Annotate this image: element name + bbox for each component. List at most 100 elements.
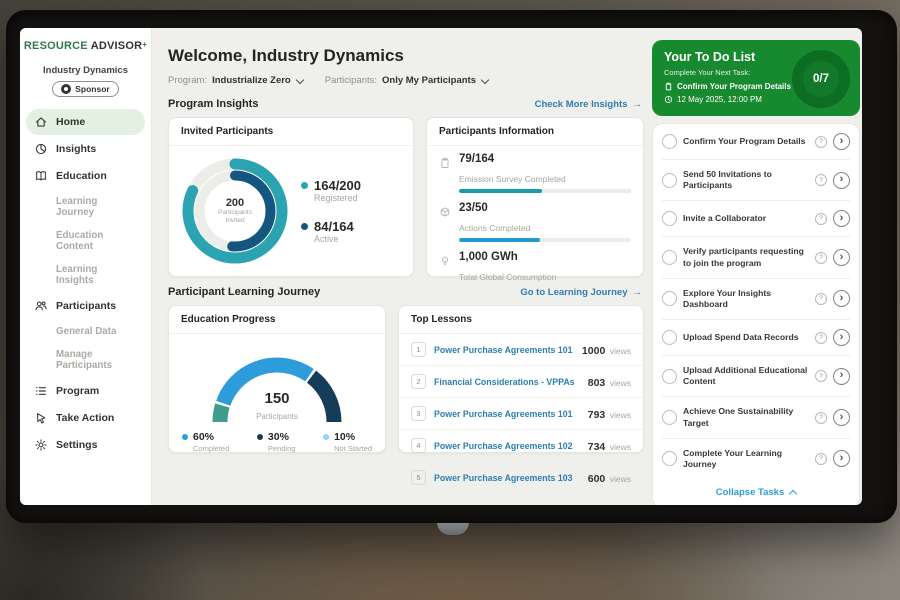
brand-secondary: ADVISOR: [91, 40, 143, 52]
todo-title: Your To Do List: [664, 50, 788, 64]
todo-item[interactable]: Achieve One Sustainability Target ? ›: [662, 397, 850, 438]
todo-item[interactable]: Explore Your Insights Dashboard ? ›: [662, 279, 850, 320]
sidebar-item-program[interactable]: Program: [26, 378, 145, 404]
learning-journey-header: Participant Learning Journey Go to Learn…: [168, 286, 642, 298]
monitor-stand-button: [437, 522, 469, 535]
participants-information-card: Participants Information 79/164 Emission…: [426, 117, 644, 277]
todo-checkbox[interactable]: [662, 173, 677, 188]
todo-item[interactable]: Complete Your Learning Journey ? ›: [662, 439, 850, 479]
gauge-center-label: Participants: [256, 412, 298, 421]
participants-select[interactable]: Only My Participants: [382, 75, 488, 86]
todo-checkbox[interactable]: [662, 291, 677, 306]
invited-participants-card: Invited Participants 200: [168, 117, 414, 277]
todo-checkbox[interactable]: [662, 250, 677, 265]
progress-bar: [459, 189, 631, 193]
todo-item[interactable]: Verify participants requesting to join t…: [662, 237, 850, 278]
rank-badge: 2: [411, 374, 426, 389]
info-icon[interactable]: ?: [815, 174, 827, 186]
info-icon[interactable]: ?: [815, 293, 827, 305]
brand-primary: RESOURCE: [24, 40, 88, 52]
lesson-link[interactable]: Financial Considerations - VPPAs: [434, 377, 580, 387]
chevron-right-icon[interactable]: ›: [833, 290, 850, 307]
rank-badge: 3: [411, 406, 426, 421]
todo-checkbox[interactable]: [662, 134, 677, 149]
chevron-right-icon[interactable]: ›: [833, 210, 850, 227]
sidebar-item-settings[interactable]: Settings: [26, 432, 145, 458]
todo-checkbox[interactable]: [662, 369, 677, 384]
chevron-right-icon[interactable]: ›: [833, 249, 850, 266]
sidebar-item-learning-journey[interactable]: Learning Journey: [26, 190, 145, 224]
todo-progress-ring: 0/7: [792, 50, 850, 108]
todo-item[interactable]: Send 50 Invitations to Participants ? ›: [662, 160, 850, 201]
chevron-down-icon: [481, 75, 489, 83]
arrow-right-icon: →: [633, 287, 643, 298]
list-icon: [34, 384, 48, 398]
lesson-link[interactable]: Power Purchase Agreements 101: [434, 345, 574, 355]
chevron-right-icon[interactable]: ›: [833, 409, 850, 426]
info-icon[interactable]: ?: [815, 370, 827, 382]
dashboard-screen: RESOURCE ADVISOR+ Industry Dynamics Spon…: [20, 28, 862, 505]
section-title: Program Insights: [168, 98, 258, 110]
education-progress-card: Education Progress 150 Participants: [168, 305, 386, 453]
insights-icon: [34, 142, 48, 156]
monitor-bezel: RESOURCE ADVISOR+ Industry Dynamics Spon…: [6, 10, 897, 523]
sidebar-item-participants[interactable]: Participants: [26, 293, 145, 319]
card-title: Education Progress: [169, 306, 385, 334]
todo-checkbox[interactable]: [662, 410, 677, 425]
program-filter-label: Program:: [168, 75, 207, 86]
legend-dot: [301, 182, 308, 189]
clock-icon: [664, 95, 673, 104]
education-gauge-chart: 150 Participants: [192, 338, 362, 424]
todo-hero-card: Your To Do List Complete Your Next Task:…: [652, 40, 860, 116]
clipboard-icon: [664, 82, 673, 91]
todo-panel: Your To Do List Complete Your Next Task:…: [652, 28, 860, 505]
chevron-right-icon[interactable]: ›: [833, 133, 850, 150]
lesson-link[interactable]: Power Purchase Agreements 101: [434, 409, 580, 419]
check-more-insights-link[interactable]: Check More Insights →: [535, 99, 642, 110]
sidebar-item-insights[interactable]: Insights: [26, 136, 145, 162]
card-title: Invited Participants: [169, 118, 413, 146]
chevron-right-icon[interactable]: ›: [833, 172, 850, 189]
todo-next-task: Confirm Your Program Details: [677, 82, 791, 91]
sidebar-item-general-data[interactable]: General Data: [26, 320, 145, 343]
go-to-learning-journey-link[interactable]: Go to Learning Journey →: [520, 287, 642, 298]
home-icon: [34, 115, 48, 129]
info-icon[interactable]: ?: [815, 252, 827, 264]
info-icon[interactable]: ?: [815, 453, 827, 465]
todo-checkbox[interactable]: [662, 451, 677, 466]
info-icon[interactable]: ?: [815, 412, 827, 424]
chevron-right-icon[interactable]: ›: [833, 450, 850, 467]
lesson-link[interactable]: Power Purchase Agreements 103: [434, 473, 580, 483]
sidebar-item-home[interactable]: Home: [26, 109, 145, 135]
brand-plus: +: [142, 40, 147, 49]
sidebar-item-learning-insights[interactable]: Learning Insights: [26, 258, 145, 292]
chevron-right-icon[interactable]: ›: [833, 329, 850, 346]
sidebar-item-take-action[interactable]: Take Action: [26, 405, 145, 431]
arrow-right-icon: →: [633, 99, 643, 110]
lesson-link[interactable]: Power Purchase Agreements 102: [434, 441, 580, 451]
sidebar-item-manage-participants[interactable]: Manage Participants: [26, 343, 145, 377]
legend-item: 84/164Active: [301, 219, 361, 244]
todo-item[interactable]: Upload Additional Educational Content ? …: [662, 356, 850, 397]
todo-item[interactable]: Confirm Your Program Details ? ›: [662, 124, 850, 160]
sidebar-item-education[interactable]: Education: [26, 163, 145, 189]
todo-checkbox[interactable]: [662, 330, 677, 345]
todo-item[interactable]: Upload Spend Data Records ? ›: [662, 320, 850, 356]
legend-item: 30%Pending: [257, 431, 296, 453]
todo-item[interactable]: Invite a Collaborator ? ›: [662, 201, 850, 237]
legend-item: 164/200Registered: [301, 178, 361, 203]
legend-item: 10%Not Started: [323, 431, 372, 453]
program-select[interactable]: Industrialize Zero: [212, 75, 303, 86]
progress-bar: [459, 238, 631, 242]
info-icon[interactable]: ?: [815, 136, 827, 148]
todo-progress-value: 0/7: [813, 73, 829, 85]
collapse-tasks-link[interactable]: Collapse Tasks: [662, 479, 850, 505]
org-name: Industry Dynamics: [20, 65, 151, 76]
sidebar-item-education-content[interactable]: Education Content: [26, 224, 145, 258]
chevron-right-icon[interactable]: ›: [833, 368, 850, 385]
info-icon[interactable]: ?: [815, 213, 827, 225]
todo-checkbox[interactable]: [662, 211, 677, 226]
legend-dot: [257, 434, 263, 440]
clipboard-icon: [439, 153, 459, 174]
info-icon[interactable]: ?: [815, 332, 827, 344]
